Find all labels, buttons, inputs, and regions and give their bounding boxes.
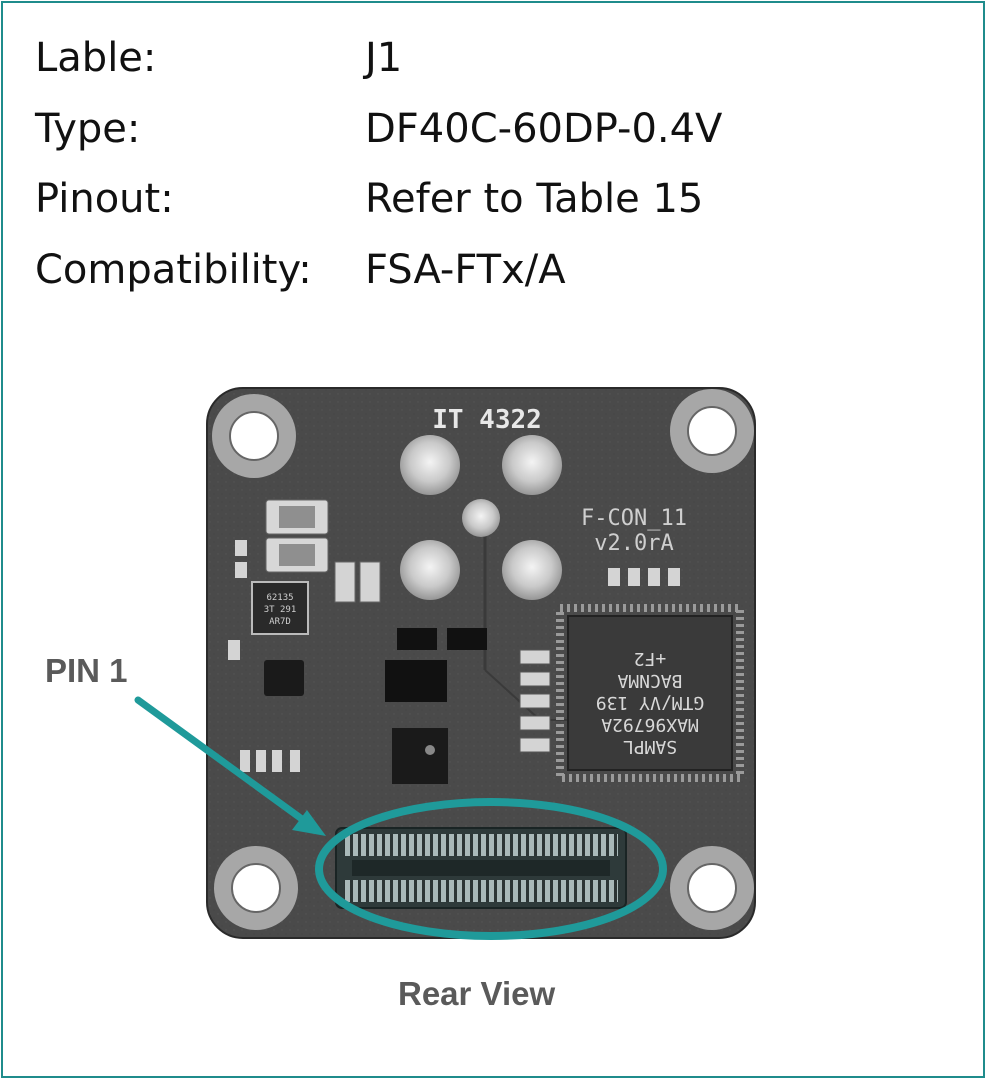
chip-marking: +F2 [634, 648, 667, 669]
small-chip-marking: 3T 291 [264, 605, 297, 615]
silkscreen-label: IT 4322 [432, 405, 542, 435]
small-ic: 62135 3T 291 AR7D [251, 581, 309, 635]
small-chip-marking: AR7D [269, 617, 291, 627]
chip-marking: GTM/VY 139 [596, 692, 704, 713]
chip-marking: MAX96792A [601, 714, 699, 735]
chip-marking: SAMPL [623, 736, 677, 757]
silkscreen-revision: v2.0rA [594, 531, 673, 556]
pcb-photo: IT 4322 F-CON_11 v2.0rA 62135 3T 291 AR7… [134, 387, 756, 940]
silkscreen-revision: F-CON_11 [581, 506, 687, 531]
connector-j1 [335, 827, 627, 909]
pin1-label: PIN 1 [45, 652, 128, 689]
small-chip-marking: 62135 [266, 593, 293, 603]
chip-marking: BACNMA [617, 670, 682, 691]
view-caption: Rear View [398, 975, 556, 1012]
serializer-ic: SAMPL MAX96792A GTM/VY 139 BACNMA +F2 [556, 604, 744, 782]
